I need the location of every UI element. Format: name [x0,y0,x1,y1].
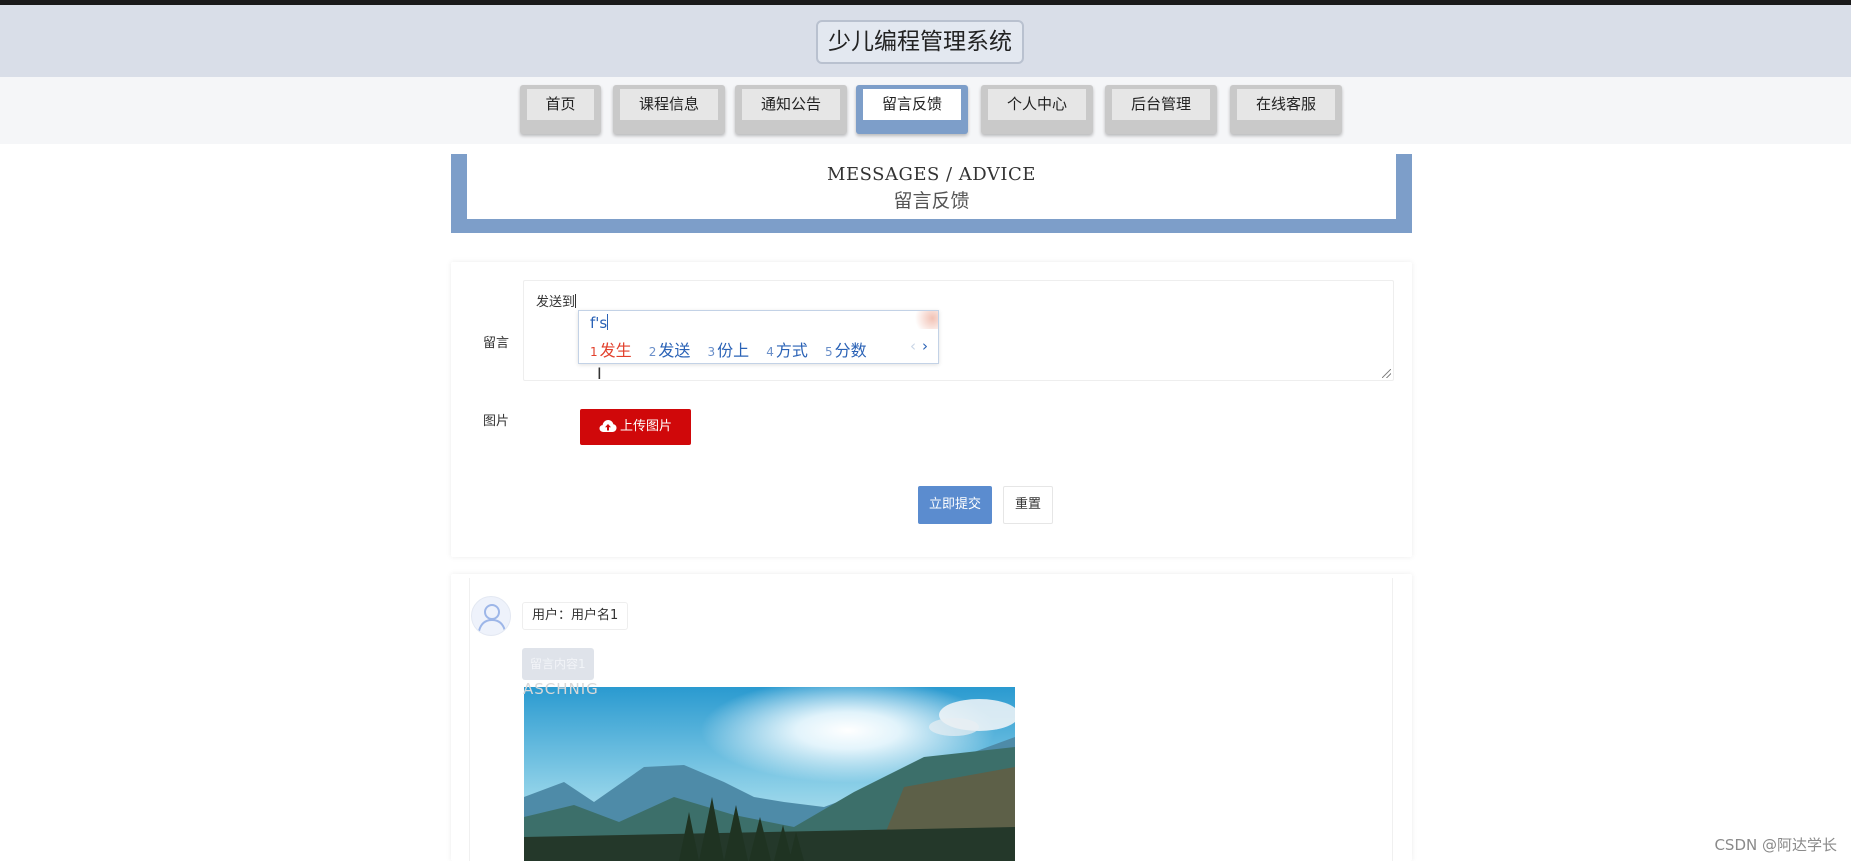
reset-button[interactable]: 重置 [1003,486,1053,524]
nav-item-label: 首页 [527,89,594,120]
nav-item-admin[interactable]: 后台管理 [1105,85,1217,134]
submit-button[interactable]: 立即提交 [918,486,992,524]
csdn-watermark: CSDN @阿达学长 [1714,836,1837,854]
nav-item-feedback[interactable]: 留言反馈 [856,85,968,134]
section-banner: MESSAGES / ADVICE 留言反馈 [451,154,1412,233]
ime-next-page-icon[interactable]: › [922,337,928,355]
banner-content: MESSAGES / ADVICE 留言反馈 [467,154,1396,219]
landscape-photo [524,687,1015,861]
ime-pager: ‹ › [910,337,928,355]
message-list: 用户：用户名1 留言内容1 ASCHNIG [451,574,1412,861]
main-nav: 首页 课程信息 通知公告 留言反馈 个人中心 后台管理 在线客服 [0,77,1851,144]
message-username: 用户：用户名1 [522,602,629,630]
nav-item-label: 后台管理 [1112,89,1210,120]
message-item: 用户：用户名1 留言内容1 ASCHNIG [469,578,1393,861]
image-label: 图片 [483,414,510,429]
message-image [524,687,1015,861]
nav-item-label: 个人中心 [988,89,1086,120]
image-watermark: ASCHNIG [523,680,599,698]
nav-item-label: 在线客服 [1237,89,1335,120]
ime-candidate[interactable]: 1 发生 [590,337,632,361]
text-cursor-icon: I [597,364,602,383]
user-avatar-icon [478,604,506,632]
banner-title-en: MESSAGES / ADVICE [827,164,1036,185]
ime-candidate[interactable]: 5 分数 [825,337,867,361]
banner-title-cn: 留言反馈 [893,190,970,212]
nav-item-label: 留言反馈 [863,89,961,120]
nav-item-label: 通知公告 [742,89,840,120]
avatar [471,596,511,636]
ime-candidate[interactable]: 4 方式 [766,337,808,361]
ime-candidate[interactable]: 3 份上 [708,337,750,361]
upload-image-button[interactable]: 上传图片 [580,409,691,445]
nav-item-courses[interactable]: 课程信息 [613,85,725,134]
ime-skin-decoration [910,311,938,329]
message-content: 留言内容1 [522,648,594,680]
cloud-upload-icon [599,420,617,432]
message-text: 发送到 [536,294,577,310]
message-label: 留言 [483,336,510,351]
site-header: 少儿编程管理系统 [0,5,1851,77]
nav-item-home[interactable]: 首页 [520,85,601,134]
ime-prev-page-icon[interactable]: ‹ [910,337,916,355]
upload-button-label: 上传图片 [619,419,672,434]
nav-item-label: 课程信息 [620,89,718,120]
nav-item-profile[interactable]: 个人中心 [981,85,1093,134]
site-title: 少儿编程管理系统 [816,20,1024,64]
ime-candidate-list: 1 发生 2 发送 3 份上 4 方式 5 分数 [590,337,930,361]
feedback-form: 留言 发送到 图片 上传图片 立即提交 重置 [451,262,1412,557]
ime-composition: f's [590,314,609,332]
resize-grip-icon[interactable] [1382,369,1391,378]
ime-candidate-popup: f's 1 发生 2 发送 3 份上 4 方式 5 分数 ‹ › [578,310,939,364]
nav-item-notices[interactable]: 通知公告 [735,85,847,134]
nav-item-online-service[interactable]: 在线客服 [1230,85,1342,134]
ime-candidate[interactable]: 2 发送 [649,337,691,361]
